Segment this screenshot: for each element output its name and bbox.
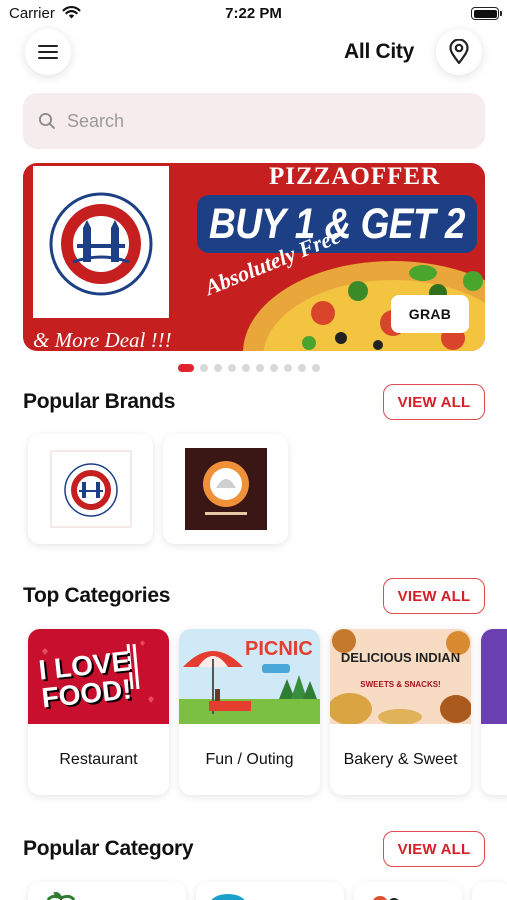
hamburger-icon bbox=[38, 45, 58, 59]
restaurant-image-text: I LOVE FOOD! bbox=[37, 645, 134, 714]
fun-outing-category-image: PICNIC bbox=[179, 629, 320, 724]
bakery-image-subtext: SWEETS & SNACKS! bbox=[360, 680, 441, 689]
category-thumbnail-icon bbox=[373, 896, 399, 900]
brand-card-bistro-cafe[interactable] bbox=[163, 434, 288, 544]
bakery-image-text: DELICIOUS INDIAN bbox=[340, 650, 461, 665]
popular-brands-view-all-button[interactable]: VIEW ALL bbox=[383, 384, 485, 420]
pagination-dot[interactable] bbox=[284, 364, 292, 372]
category-label: Restaurant bbox=[59, 750, 138, 768]
fun-outing-image-text: PICNIC bbox=[245, 638, 313, 660]
pagination-dot[interactable] bbox=[228, 364, 236, 372]
brand-card-london-yard-pizza[interactable] bbox=[28, 434, 153, 544]
london-yard-pizza-logo bbox=[50, 450, 131, 528]
bistro-cafe-logo bbox=[184, 448, 267, 530]
bakery-sweet-category-image: DELICIOUS INDIAN SWEETS & SNACKS! bbox=[330, 629, 471, 724]
restaurant-category-image: I LOVE FOOD! bbox=[28, 629, 169, 724]
top-categories-title: Top Categories bbox=[23, 584, 171, 607]
promo-banner[interactable]: PIZZAOFFER BUY 1 & GET 2 Absolutely Free… bbox=[23, 163, 485, 351]
partial-category-image bbox=[481, 629, 507, 724]
popular-category-view-all-button[interactable]: VIEW ALL bbox=[383, 831, 485, 867]
grab-button[interactable]: GRAB bbox=[391, 295, 469, 333]
pagination-dot[interactable] bbox=[312, 364, 320, 372]
banner-logo bbox=[33, 166, 169, 318]
popular-category-card-partial[interactable] bbox=[472, 882, 507, 900]
pagination-dot[interactable] bbox=[270, 364, 278, 372]
location-button[interactable] bbox=[436, 29, 482, 75]
city-title[interactable]: All City bbox=[344, 40, 414, 64]
category-label: Bakery & Sweet bbox=[343, 750, 458, 768]
clock: 7:22 PM bbox=[225, 5, 282, 22]
pagination-dot[interactable] bbox=[200, 364, 208, 372]
pagination-dot[interactable] bbox=[242, 364, 250, 372]
banner-deal-text: & More Deal !!! bbox=[33, 328, 172, 351]
menu-button[interactable] bbox=[25, 29, 71, 75]
pagination-dot[interactable] bbox=[256, 364, 264, 372]
battery-icon bbox=[471, 7, 502, 20]
category-thumbnail-icon bbox=[211, 894, 245, 900]
top-categories-view-all-button[interactable]: VIEW ALL bbox=[383, 578, 485, 614]
popular-category-card[interactable] bbox=[28, 882, 186, 900]
popular-category-card[interactable] bbox=[196, 882, 344, 900]
status-bar: Carrier 7:22 PM bbox=[0, 0, 507, 28]
pagination-dot-active[interactable] bbox=[178, 364, 194, 372]
pagination-dot[interactable] bbox=[298, 364, 306, 372]
banner-pagination bbox=[178, 364, 326, 372]
category-card-partial[interactable] bbox=[481, 629, 507, 795]
category-card-fun-outing[interactable]: PICNIC Fun / Outing bbox=[179, 629, 320, 795]
category-card-bakery-sweet[interactable]: DELICIOUS INDIAN SWEETS & SNACKS! Bakery… bbox=[330, 629, 471, 795]
category-label: Fun / Outing bbox=[205, 750, 294, 768]
search-bar[interactable] bbox=[23, 93, 485, 149]
category-card-restaurant[interactable]: I LOVE FOOD! Restaurant bbox=[28, 629, 169, 795]
pagination-dot[interactable] bbox=[214, 364, 222, 372]
search-input[interactable] bbox=[67, 110, 447, 132]
search-icon bbox=[37, 111, 57, 131]
banner-offer-label: PIZZAOFFER bbox=[269, 163, 441, 190]
map-pin-icon bbox=[449, 39, 469, 65]
palm-tree-icon bbox=[46, 892, 76, 900]
popular-brands-title: Popular Brands bbox=[23, 390, 176, 413]
popular-category-title: Popular Category bbox=[23, 837, 194, 860]
popular-category-card[interactable] bbox=[354, 882, 462, 900]
